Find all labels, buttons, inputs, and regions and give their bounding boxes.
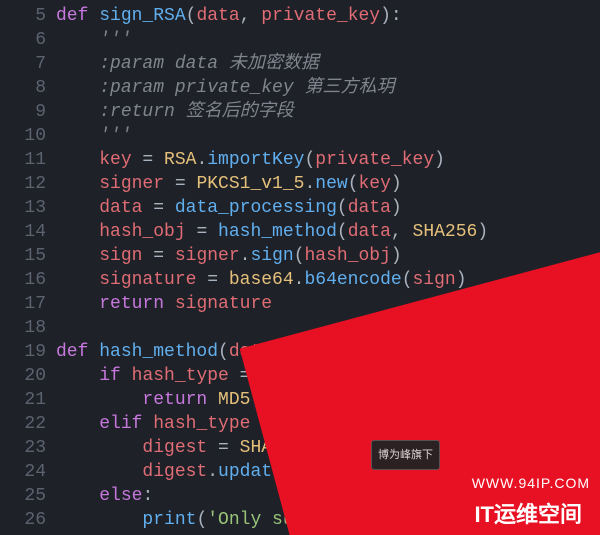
- code-line: ''': [56, 124, 600, 148]
- line-number: 24: [6, 460, 46, 484]
- line-number: 11: [6, 148, 46, 172]
- code-line: sign = signer.sign(hash_obj): [56, 244, 600, 268]
- line-number: 9: [6, 100, 46, 124]
- line-number: 25: [6, 484, 46, 508]
- code-line: data = data_processing(data): [56, 196, 600, 220]
- line-number: 19: [6, 340, 46, 364]
- line-number: 16: [6, 268, 46, 292]
- footer-text: IT运维空间: [474, 503, 582, 527]
- code-line: key = RSA.importKey(private_key): [56, 148, 600, 172]
- line-number: 5: [6, 4, 46, 28]
- line-number: 6: [6, 28, 46, 52]
- line-number: 20: [6, 364, 46, 388]
- code-line: ''': [56, 28, 600, 52]
- code-line: :return 签名后的字段: [56, 100, 600, 124]
- line-number: 18: [6, 316, 46, 340]
- domain-label: WWW.94IP.COM: [472, 471, 590, 495]
- line-gutter: 567891011121314151617181920212223242526: [0, 4, 56, 532]
- line-number: 14: [6, 220, 46, 244]
- line-number: 21: [6, 388, 46, 412]
- code-line: hash_obj = hash_method(data, SHA256): [56, 220, 600, 244]
- line-number: 8: [6, 76, 46, 100]
- code-line: :param data 未加密数据: [56, 52, 600, 76]
- line-number: 13: [6, 196, 46, 220]
- code-line: :param private_key 第三方私玥: [56, 76, 600, 100]
- line-number: 23: [6, 436, 46, 460]
- line-number: 12: [6, 172, 46, 196]
- line-number: 22: [6, 412, 46, 436]
- line-number: 10: [6, 124, 46, 148]
- code-line: def sign_RSA(data, private_key):: [56, 4, 600, 28]
- watermark-tag: 博为峰旗下: [371, 440, 440, 470]
- line-number: 15: [6, 244, 46, 268]
- code-line: signer = PKCS1_v1_5.new(key): [56, 172, 600, 196]
- line-number: 7: [6, 52, 46, 76]
- line-number: 26: [6, 508, 46, 532]
- line-number: 17: [6, 292, 46, 316]
